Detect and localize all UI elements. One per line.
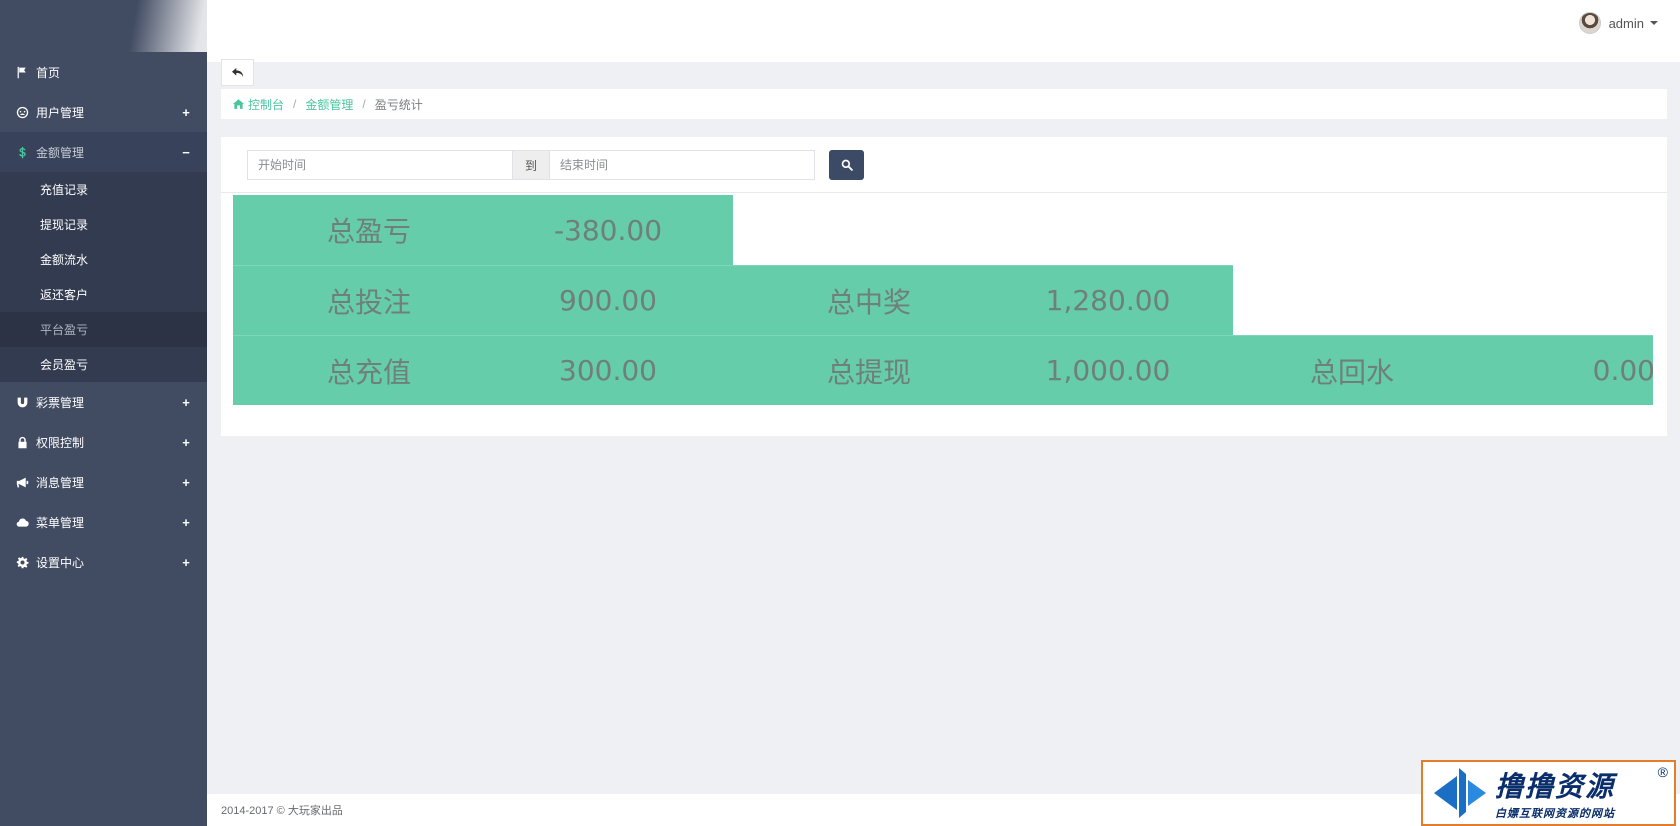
chevron-down-icon — [1650, 21, 1658, 25]
stat-row-funds: 总充值 300.00 总提现 1,000.00 总回水 0.00 — [233, 335, 1655, 406]
stat-label-total-bets: 总投注 — [326, 285, 411, 319]
bullhorn-icon — [14, 475, 30, 489]
sidebar-subitem-platform-profit[interactable]: 平台盈亏 — [0, 312, 207, 347]
watermark-text: 撸撸资源 白嫖互联网资源的网站 — [1495, 765, 1615, 821]
watermark-emblem-icon — [1423, 764, 1495, 822]
stat-value-total-withdraw: 1,000.00 — [1045, 354, 1171, 387]
user-menu[interactable]: admin — [1578, 12, 1658, 34]
undo-icon — [231, 67, 243, 77]
sidebar-subitem-money-flow[interactable]: 金额流水 — [0, 242, 207, 277]
sidebar-item-label: 金额管理 — [36, 145, 85, 160]
sidebar-subitem-withdraw-records[interactable]: 提现记录 — [0, 207, 207, 242]
dollar-icon — [14, 145, 30, 159]
back-button[interactable] — [221, 59, 254, 86]
expand-toggle[interactable]: + — [179, 395, 193, 410]
divider — [221, 192, 1667, 193]
breadcrumb-dashboard[interactable]: 控制台 — [248, 96, 284, 113]
expand-toggle[interactable]: + — [179, 555, 193, 570]
start-time-input[interactable] — [247, 150, 513, 180]
sidebar-subitem-member-profit[interactable]: 会员盈亏 — [0, 347, 207, 382]
home-icon — [233, 99, 244, 109]
collapse-toggle[interactable]: − — [179, 145, 193, 160]
logo-area — [0, 0, 207, 52]
stat-value-total-rebate: 0.00 — [1592, 354, 1655, 387]
top-bar: admin — [207, 0, 1680, 62]
sidebar-menu: 首页 用户管理 + 金额管理 − — [0, 52, 207, 172]
watermark-title: 撸撸资源 — [1495, 771, 1616, 802]
finance-submenu: 充值记录 提现记录 金额流水 返还客户 平台盈亏 会员盈亏 — [0, 172, 207, 382]
stat-value-total-bets: 900.00 — [559, 284, 657, 317]
sidebar-item-lottery[interactable]: 彩票管理 + — [0, 382, 207, 422]
sidebar-item-label: 菜单管理 — [36, 515, 85, 530]
breadcrumb-finance[interactable]: 金额管理 — [305, 96, 353, 113]
user-icon — [14, 105, 30, 119]
breadcrumb-separator: / — [362, 97, 366, 111]
stat-label-total-recharge: 总充值 — [326, 355, 411, 389]
search-icon — [841, 159, 853, 171]
sidebar-item-messages[interactable]: 消息管理 + — [0, 462, 207, 502]
expand-toggle[interactable]: + — [179, 515, 193, 530]
avatar — [1578, 12, 1601, 34]
end-time-input[interactable] — [549, 150, 815, 180]
stat-label-total-rebate: 总回水 — [1309, 355, 1394, 389]
stat-label-total-withdraw: 总提现 — [826, 355, 911, 389]
sidebar-item-label: 设置中心 — [36, 555, 85, 570]
stat-value-total-recharge: 300.00 — [559, 354, 657, 387]
breadcrumb-separator: / — [293, 97, 297, 111]
date-range-search: 到 — [247, 150, 864, 180]
sidebar-item-menus[interactable]: 菜单管理 + — [0, 502, 207, 542]
stat-label-total-profit: 总盈亏 — [326, 215, 411, 248]
magnet-icon — [14, 395, 30, 409]
sidebar-item-settings[interactable]: 设置中心 + — [0, 542, 207, 582]
breadcrumb: 控制台 / 金额管理 / 盈亏统计 — [221, 89, 1667, 119]
sidebar-item-label: 消息管理 — [36, 475, 85, 490]
expand-toggle[interactable]: + — [179, 435, 193, 450]
sidebar-item-home[interactable]: 首页 — [0, 52, 207, 92]
stat-row-bets: 总投注 900.00 总中奖 1,280.00 — [233, 265, 1233, 335]
stat-row-profit: 总盈亏 -380.00 — [233, 195, 733, 265]
stat-pair: 总投注 900.00 — [233, 266, 733, 336]
stat-pair: 总盈亏 -380.00 — [233, 195, 733, 265]
cloud-icon — [14, 515, 30, 529]
copyright-text: 2014-2017 © 大玩家出品 — [221, 805, 343, 817]
stat-pair: 总提现 1,000.00 — [733, 336, 1233, 406]
sidebar-item-permissions[interactable]: 权限控制 + — [0, 422, 207, 462]
sidebar-subitem-refund-customers[interactable]: 返还客户 — [0, 277, 207, 312]
stat-label-total-winnings: 总中奖 — [826, 285, 911, 319]
sidebar-item-users[interactable]: 用户管理 + — [0, 92, 207, 132]
username: admin — [1608, 15, 1644, 31]
stat-pair: 总充值 300.00 — [233, 336, 733, 406]
sidebar-item-finance[interactable]: 金额管理 − — [0, 132, 207, 172]
sidebar-subitem-recharge-records[interactable]: 充值记录 — [0, 172, 207, 207]
lock-icon — [14, 435, 30, 449]
stat-value-total-winnings: 1,280.00 — [1045, 284, 1171, 317]
sidebar-item-label: 权限控制 — [36, 435, 85, 450]
sidebar: 首页 用户管理 + 金额管理 − 充值记录 提现记录 金额流水 返还客户 平台盈… — [0, 0, 207, 826]
expand-toggle[interactable]: + — [179, 105, 193, 120]
registered-mark: ® — [1657, 764, 1668, 780]
stat-pair: 总中奖 1,280.00 — [733, 266, 1233, 336]
sidebar-menu-lower: 彩票管理 + 权限控制 + 消息管理 + 菜单管理 + 设置中心 + — [0, 382, 207, 582]
expand-toggle[interactable]: + — [179, 475, 193, 490]
sidebar-item-label: 首页 — [36, 65, 61, 80]
flag-icon — [14, 65, 30, 79]
watermark-logo: 撸撸资源 白嫖互联网资源的网站 ® — [1421, 760, 1676, 826]
search-button[interactable] — [829, 150, 864, 180]
watermark-subtitle: 白嫖互联网资源的网站 — [1495, 808, 1615, 820]
stat-value-total-profit: -380.00 — [553, 213, 663, 247]
sidebar-item-label: 彩票管理 — [36, 395, 85, 410]
sidebar-item-label: 用户管理 — [36, 105, 85, 120]
gear-icon — [14, 555, 30, 569]
range-to-label: 到 — [513, 150, 549, 180]
breadcrumb-current: 盈亏统计 — [374, 97, 423, 112]
stat-pair: 总回水 0.00 — [1233, 336, 1680, 406]
